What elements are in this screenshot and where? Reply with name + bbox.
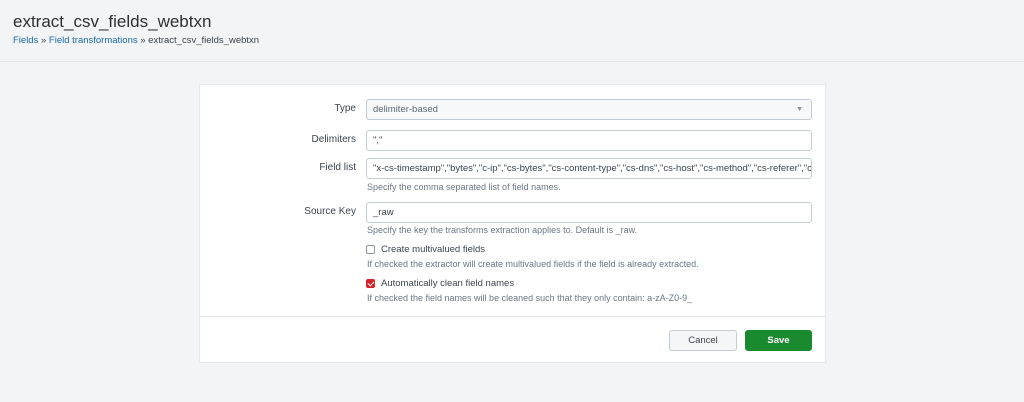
breadcrumb-separator: » xyxy=(38,35,49,46)
clean-names-checkbox-label[interactable]: Automatically clean field names xyxy=(381,278,514,289)
footer-divider xyxy=(200,316,825,317)
multivalued-checkbox-label[interactable]: Create multivalued fields xyxy=(381,244,485,255)
field-list-input[interactable]: "x-cs-timestamp","bytes","c-ip","cs-byte… xyxy=(366,158,812,179)
type-label: Type xyxy=(334,103,356,114)
delimiters-label: Delimiters xyxy=(311,134,356,145)
cancel-button[interactable]: Cancel xyxy=(669,330,737,351)
type-select[interactable]: delimiter-based ▼ xyxy=(366,99,812,120)
chevron-down-icon: ▼ xyxy=(796,106,803,113)
field-list-help: Specify the comma separated list of fiel… xyxy=(367,182,561,192)
delimiters-input[interactable]: "," xyxy=(366,130,812,151)
source-key-label: Source Key xyxy=(304,206,356,217)
type-select-value: delimiter-based xyxy=(373,104,438,115)
source-key-input[interactable]: _raw xyxy=(366,202,812,223)
breadcrumb-current: extract_csv_fields_webtxn xyxy=(148,35,260,46)
clean-names-help: If checked the field names will be clean… xyxy=(367,293,693,303)
breadcrumb-separator: » xyxy=(137,35,149,46)
breadcrumb-link-fields[interactable]: Fields xyxy=(13,35,38,46)
save-button[interactable]: Save xyxy=(745,330,812,351)
clean-names-checkbox[interactable] xyxy=(366,278,375,288)
multivalued-help: If checked the extractor will create mul… xyxy=(367,259,699,269)
source-key-help: Specify the key the transforms extractio… xyxy=(367,225,638,235)
breadcrumb: Fields » Field transformations » extract… xyxy=(13,35,259,46)
page-header: extract_csv_fields_webtxn Fields » Field… xyxy=(0,0,1024,62)
clean-names-checkbox-row[interactable]: Automatically clean field names xyxy=(366,277,514,289)
breadcrumb-link-field-transformations[interactable]: Field transformations xyxy=(49,35,138,46)
field-list-label: Field list xyxy=(319,162,356,173)
multivalued-checkbox[interactable] xyxy=(366,244,375,254)
edit-form-card: Type delimiter-based ▼ Delimiters "," Fi… xyxy=(199,84,826,363)
multivalued-checkbox-row[interactable]: Create multivalued fields xyxy=(366,243,485,255)
page-title: extract_csv_fields_webtxn xyxy=(13,12,212,31)
